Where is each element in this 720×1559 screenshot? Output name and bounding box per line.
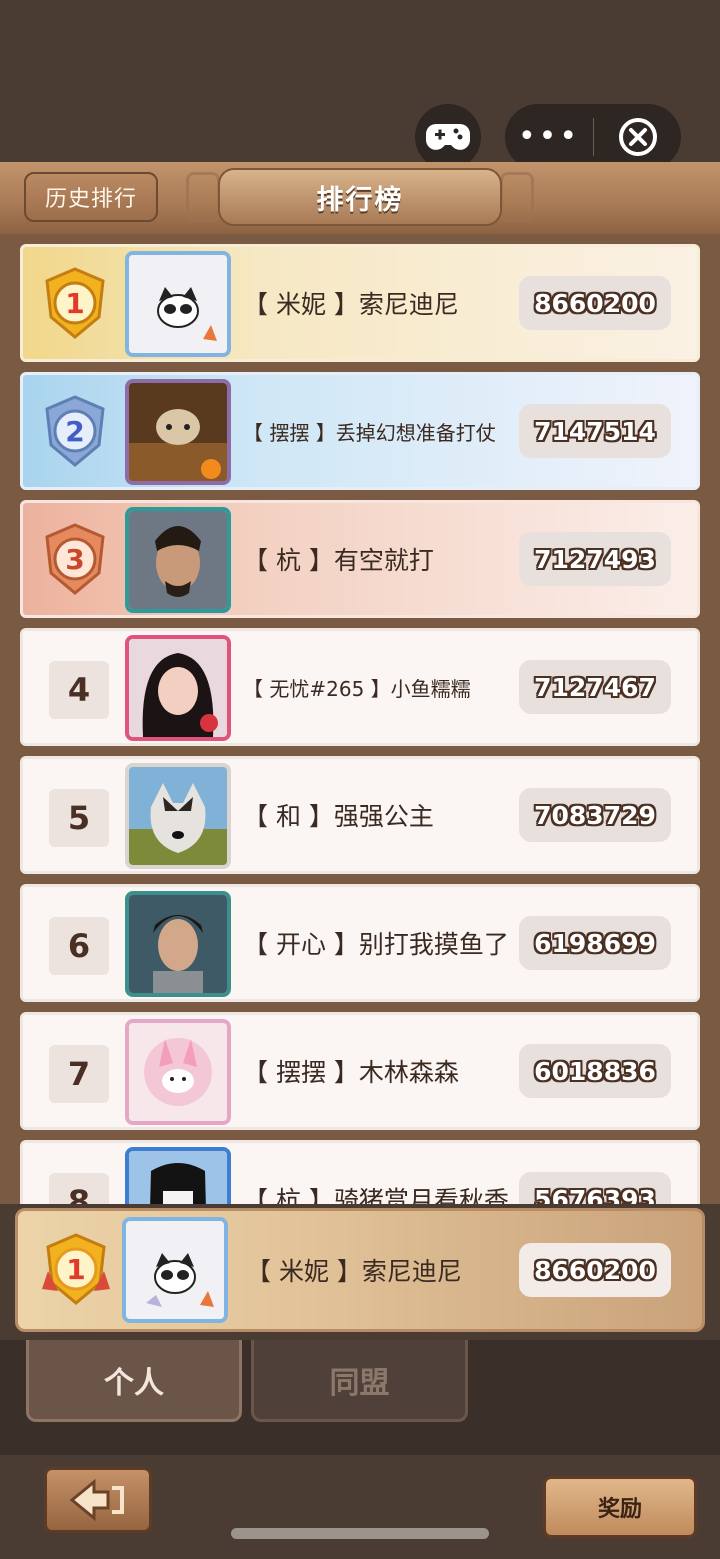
hello-kitty-halloween-avatar-icon (129, 383, 227, 481)
ranking-row[interactable]: 1 【 米妮 】索尼迪尼 8660200 (20, 244, 700, 362)
player-score: 7127467 (519, 660, 671, 714)
page-title: 排行榜 (316, 184, 404, 216)
ornament-right (500, 172, 534, 222)
player-avatar[interactable] (125, 1147, 231, 1204)
player-name: 【 和 】强强公主 (243, 802, 434, 831)
player-score: 7127493 (519, 532, 671, 586)
player-name: 【 米妮 】索尼迪尼 (243, 290, 459, 319)
player-avatar[interactable] (125, 251, 231, 357)
rank-number: 5 (49, 789, 109, 847)
silver-medal-icon: 2 (45, 395, 105, 467)
player-avatar[interactable] (125, 507, 231, 613)
game-center-button[interactable] (415, 104, 481, 170)
back-arrow-icon (69, 1478, 124, 1522)
bronze-medal-icon: 3 (45, 523, 105, 595)
anime-girl-avatar-icon (129, 1151, 227, 1204)
page-title-plate: 排行榜 (218, 168, 502, 226)
my-melody-avatar-icon (129, 1023, 227, 1121)
rank-number: 8 (49, 1173, 109, 1204)
player-name: 【 摆摆 】木林森森 (243, 1058, 459, 1087)
reward-button[interactable]: 奖励 (543, 1476, 697, 1538)
player-avatar[interactable] (125, 891, 231, 997)
player-avatar[interactable] (125, 1019, 231, 1125)
player-avatar[interactable] (125, 379, 231, 485)
player-avatar[interactable] (125, 635, 231, 741)
player-name: 【 开心 】别打我摸鱼了 (243, 930, 509, 959)
player-score: 6018836 (519, 1044, 671, 1098)
ranking-row[interactable]: 6 【 开心 】别打我摸鱼了 6198699 (20, 884, 700, 1002)
player-score: 5676393 (519, 1172, 671, 1204)
ornament-left (186, 172, 220, 222)
ranking-row[interactable]: 5 【 和 】强强公主 7083729 (20, 756, 700, 874)
home-indicator[interactable] (231, 1528, 489, 1539)
player-avatar[interactable] (125, 763, 231, 869)
warrior-portrait-avatar-icon (129, 511, 227, 609)
close-button[interactable] (594, 117, 681, 157)
player-name: 【 杭 】骑猪赏月看秋香 (243, 1186, 509, 1204)
my-rank-row: 1 【 米妮 】索尼迪尼 8660200 (15, 1208, 705, 1332)
history-ranking-button[interactable]: 历史排行 (24, 172, 158, 222)
player-score: 6198699 (519, 916, 671, 970)
player-name: 【 无忧#265 】小鱼糯糯 (243, 676, 471, 701)
ranking-row[interactable]: 2 【 摆摆 】丢掉幻想准备打仗 7147514 (20, 372, 700, 490)
player-score: 7083729 (519, 788, 671, 842)
ranking-row[interactable]: 3 【 杭 】有空就打 7127493 (20, 500, 700, 618)
more-menu-button[interactable]: ••• (505, 104, 593, 170)
husky-dog-avatar-icon (129, 767, 227, 865)
player-score: 7147514 (519, 404, 671, 458)
my-player-name: 【 米妮 】索尼迪尼 (246, 1257, 462, 1286)
rank-number: 3 (65, 543, 84, 576)
ranking-list[interactable]: 1 【 米妮 】索尼迪尼 8660200 2 【 摆摆 】丢掉幻想准备打仗 7147514… (0, 234, 720, 1204)
back-button[interactable] (44, 1467, 152, 1533)
panda-avatar-icon (126, 1221, 224, 1319)
mini-program-capsule: ••• (505, 104, 681, 170)
my-avatar[interactable] (122, 1217, 228, 1323)
rank-number: 7 (49, 1045, 109, 1103)
player-score: 8660200 (519, 276, 671, 330)
rank-number: 2 (65, 415, 84, 448)
ranking-row[interactable]: 7 【 摆摆 】木林森森 6018836 (20, 1012, 700, 1130)
rank-number: 1 (65, 287, 84, 320)
gold-medal-icon: 1 (45, 267, 105, 339)
panda-cartoon-avatar-icon (129, 255, 227, 353)
my-score: 8660200 (519, 1243, 671, 1297)
gold-medal-icon: 1 (42, 1233, 110, 1305)
player-name: 【 杭 】有空就打 (243, 546, 434, 575)
my-rank-number: 1 (66, 1253, 85, 1286)
ranking-row[interactable]: 8 【 杭 】骑猪赏月看秋香 5676393 (20, 1140, 700, 1204)
ranking-row[interactable]: 4 【 无忧#265 】小鱼糯糯 7127467 (20, 628, 700, 746)
tab-alliance[interactable]: 同盟 (251, 1340, 468, 1422)
hero-portrait-avatar-icon (129, 895, 227, 993)
close-icon (618, 118, 657, 156)
gamepad-icon (426, 124, 470, 150)
rank-number: 6 (49, 917, 109, 975)
tab-personal[interactable]: 个人 (26, 1340, 242, 1422)
rank-number: 4 (49, 661, 109, 719)
girl-portrait-avatar-icon (129, 639, 227, 737)
player-name: 【 摆摆 】丢掉幻想准备打仗 (243, 420, 496, 445)
